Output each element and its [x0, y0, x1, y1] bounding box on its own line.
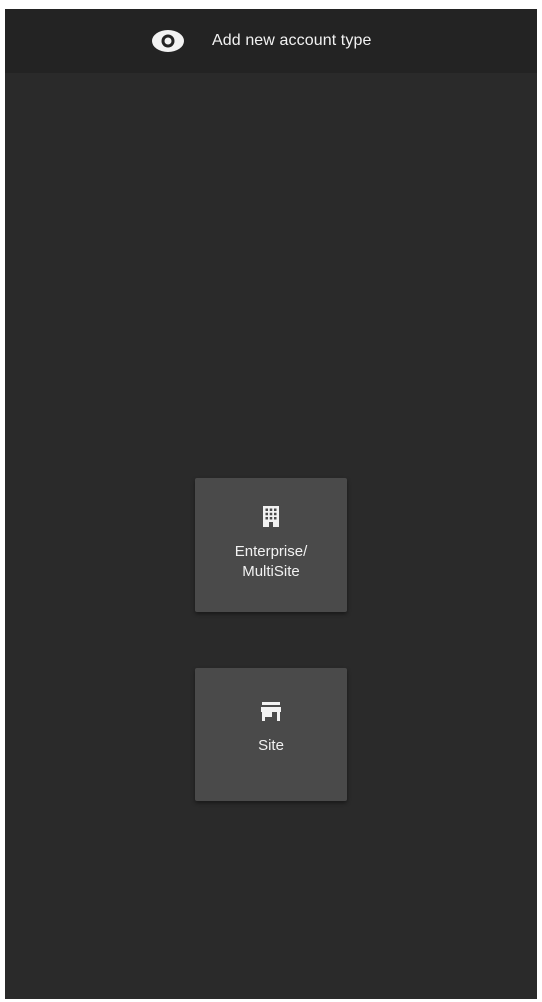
enterprise-multisite-label: Enterprise/ MultiSite [234, 543, 308, 580]
building-icon [263, 506, 279, 527]
app-header: Add new account type [5, 9, 537, 73]
site-label: Site [258, 737, 284, 754]
page-title: Add new account type [212, 32, 372, 49]
enterprise-multisite-button[interactable]: Enterprise/ MultiSite [195, 478, 347, 612]
app-screen: Add new account type Enterprise/ MultiSi… [5, 9, 537, 999]
site-button[interactable]: Site [195, 668, 347, 801]
eye-icon [152, 30, 184, 52]
store-icon [261, 702, 281, 721]
